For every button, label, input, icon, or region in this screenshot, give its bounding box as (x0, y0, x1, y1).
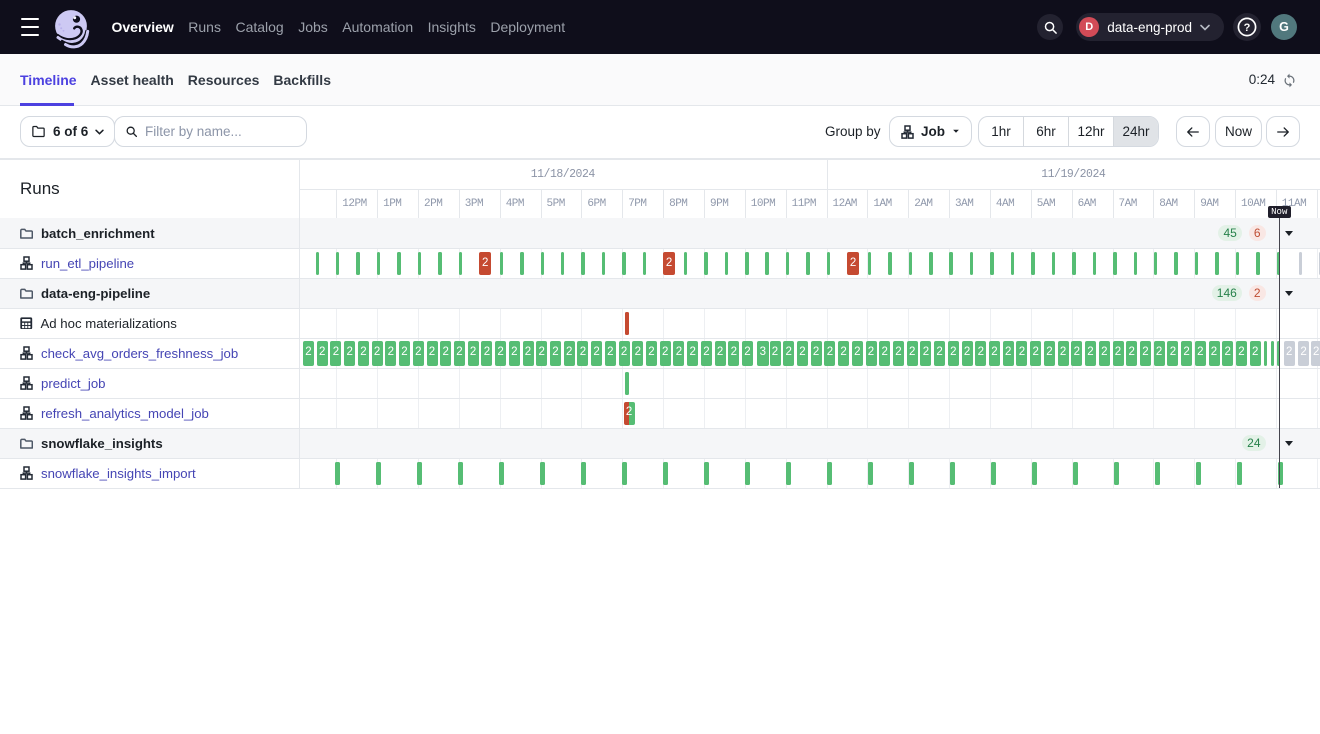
svg-text:?: ? (1244, 22, 1251, 34)
